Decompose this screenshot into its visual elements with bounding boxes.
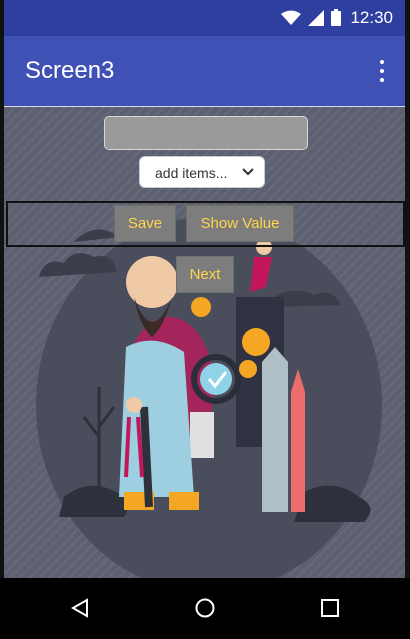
next-button[interactable]: Next xyxy=(176,256,234,293)
status-bar: 12:30 xyxy=(4,0,405,36)
text-input[interactable] xyxy=(104,116,308,150)
status-time: 12:30 xyxy=(350,8,393,27)
wifi-icon xyxy=(281,10,301,25)
navigation-bar xyxy=(0,578,410,639)
back-icon[interactable] xyxy=(70,598,90,618)
battery-icon xyxy=(331,9,341,26)
screen-title: Screen3 xyxy=(25,57,115,84)
chevron-down-icon xyxy=(242,168,254,176)
status-icons xyxy=(281,9,341,26)
items-spinner[interactable]: add items... xyxy=(139,156,265,188)
signal-icon xyxy=(308,9,324,26)
phone-screen: 12:30 Screen3 add items... Save Show Val… xyxy=(0,0,410,639)
spinner-selected-value: add items... xyxy=(155,165,228,181)
app-bar: Screen3 xyxy=(4,36,405,106)
save-button[interactable]: Save xyxy=(114,205,176,242)
recents-icon[interactable] xyxy=(320,598,340,618)
screen-content: add items... Save Show Value Next xyxy=(4,107,405,578)
home-icon[interactable] xyxy=(194,597,216,619)
device-frame-right xyxy=(405,0,410,639)
show-value-button[interactable]: Show Value xyxy=(186,205,294,242)
overflow-menu-icon[interactable] xyxy=(377,60,387,82)
